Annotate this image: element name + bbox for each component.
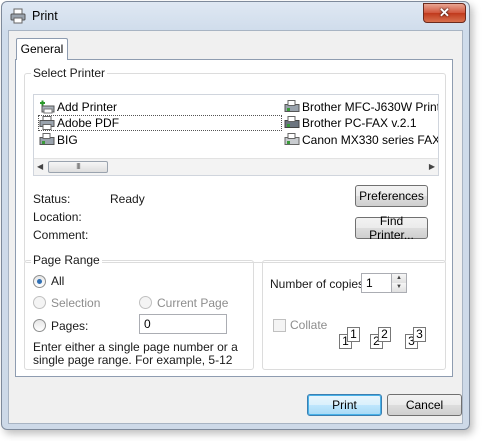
page-range-group: Page Range All Selection Current Page Pa…	[24, 253, 254, 370]
add-printer-icon	[40, 100, 55, 114]
print-button[interactable]: Print	[307, 394, 382, 416]
title-bar[interactable]: Print ✕	[2, 2, 469, 30]
find-printer-button[interactable]: Find Printer...	[355, 214, 428, 242]
copies-group: Number of copies: ▲ ▼ Collate 1 1 2 2 3 …	[262, 260, 446, 370]
pages-radio[interactable]	[33, 319, 46, 332]
copies-spinner[interactable]: ▲ ▼	[392, 273, 407, 293]
pages-input[interactable]	[139, 314, 227, 334]
location-label: Location:	[33, 210, 82, 224]
status-value: Ready	[110, 192, 145, 206]
printer-icon	[39, 116, 55, 130]
page-range-hint: Enter either a single page number or a s…	[33, 340, 238, 367]
printer-icon	[10, 8, 26, 24]
printer-item-big[interactable]: BIG	[39, 132, 78, 148]
comment-label: Comment:	[33, 228, 89, 242]
printer-item-adobe-pdf[interactable]: Adobe PDF	[38, 115, 282, 131]
select-printer-label: Select Printer	[31, 66, 108, 80]
select-printer-group: Select Printer Add Printer Adobe PDF BIG	[24, 66, 446, 263]
printer-item-label: Brother PC-FAX v.2.1	[302, 116, 417, 130]
tab-general[interactable]: General	[16, 38, 68, 60]
scroll-thumb[interactable]: III	[48, 161, 108, 173]
preferences-button[interactable]: Preferences	[355, 185, 428, 207]
pages-radio-label[interactable]: Pages:	[51, 319, 88, 333]
fax-printer-icon	[284, 133, 300, 145]
spin-down-icon[interactable]: ▼	[392, 283, 406, 292]
close-icon: ✕	[439, 5, 450, 20]
collate-page: 1	[347, 327, 360, 342]
dialog-client-area: General Select Printer Add Printer Adobe…	[8, 30, 463, 424]
page-range-label: Page Range	[31, 253, 102, 267]
collate-page: 2	[378, 327, 391, 342]
selection-radio[interactable]	[33, 296, 46, 309]
spin-up-icon[interactable]: ▲	[392, 274, 406, 283]
fax-printer-icon	[284, 100, 300, 112]
printer-item-label: Brother MFC-J630W Print	[302, 100, 439, 114]
selection-radio-label[interactable]: Selection	[51, 296, 100, 310]
printer-item-add-printer[interactable]: Add Printer	[39, 99, 117, 115]
collate-label[interactable]: Collate	[290, 318, 327, 332]
all-radio-label[interactable]: All	[51, 274, 64, 288]
scroll-right-icon[interactable]: ▶	[429, 162, 435, 171]
current-page-radio[interactable]	[139, 296, 152, 309]
current-page-radio-label[interactable]: Current Page	[157, 296, 228, 310]
printer-item-label: Adobe PDF	[57, 116, 120, 130]
all-radio[interactable]	[33, 275, 46, 288]
printer-list[interactable]: Add Printer Adobe PDF BIG Brother MFC-J6…	[33, 94, 439, 176]
printer-list-horizontal-scrollbar[interactable]: ◀ III ▶	[34, 158, 438, 175]
collate-checkbox[interactable]	[273, 319, 286, 332]
printer-item-brother-mfc[interactable]: Brother MFC-J630W Print	[284, 99, 439, 115]
status-label: Status:	[33, 192, 71, 206]
cancel-button[interactable]: Cancel	[387, 394, 462, 416]
general-tab-panel: Select Printer Add Printer Adobe PDF BIG	[15, 59, 453, 377]
scroll-left-icon[interactable]: ◀	[37, 162, 43, 171]
close-button[interactable]: ✕	[423, 3, 466, 23]
printer-item-label: Canon MX330 series FAX	[302, 133, 439, 147]
printer-item-canon-mx330[interactable]: Canon MX330 series FAX	[284, 132, 439, 148]
printer-item-label: Add Printer	[57, 100, 118, 114]
collate-page: 3	[413, 327, 426, 342]
printer-item-brother-pc-fax[interactable]: Brother PC-FAX v.2.1	[284, 115, 417, 131]
fax-printer-icon	[284, 116, 300, 128]
scroll-grip-icon: III	[76, 162, 81, 171]
print-dialog: Print ✕ General Select Printer Add Print…	[1, 1, 470, 430]
copies-input[interactable]	[361, 273, 392, 293]
number-of-copies-label: Number of copies:	[270, 277, 368, 291]
fax-printer-icon	[39, 133, 55, 145]
window-title: Print	[32, 9, 58, 23]
printer-item-label: BIG	[57, 133, 78, 147]
